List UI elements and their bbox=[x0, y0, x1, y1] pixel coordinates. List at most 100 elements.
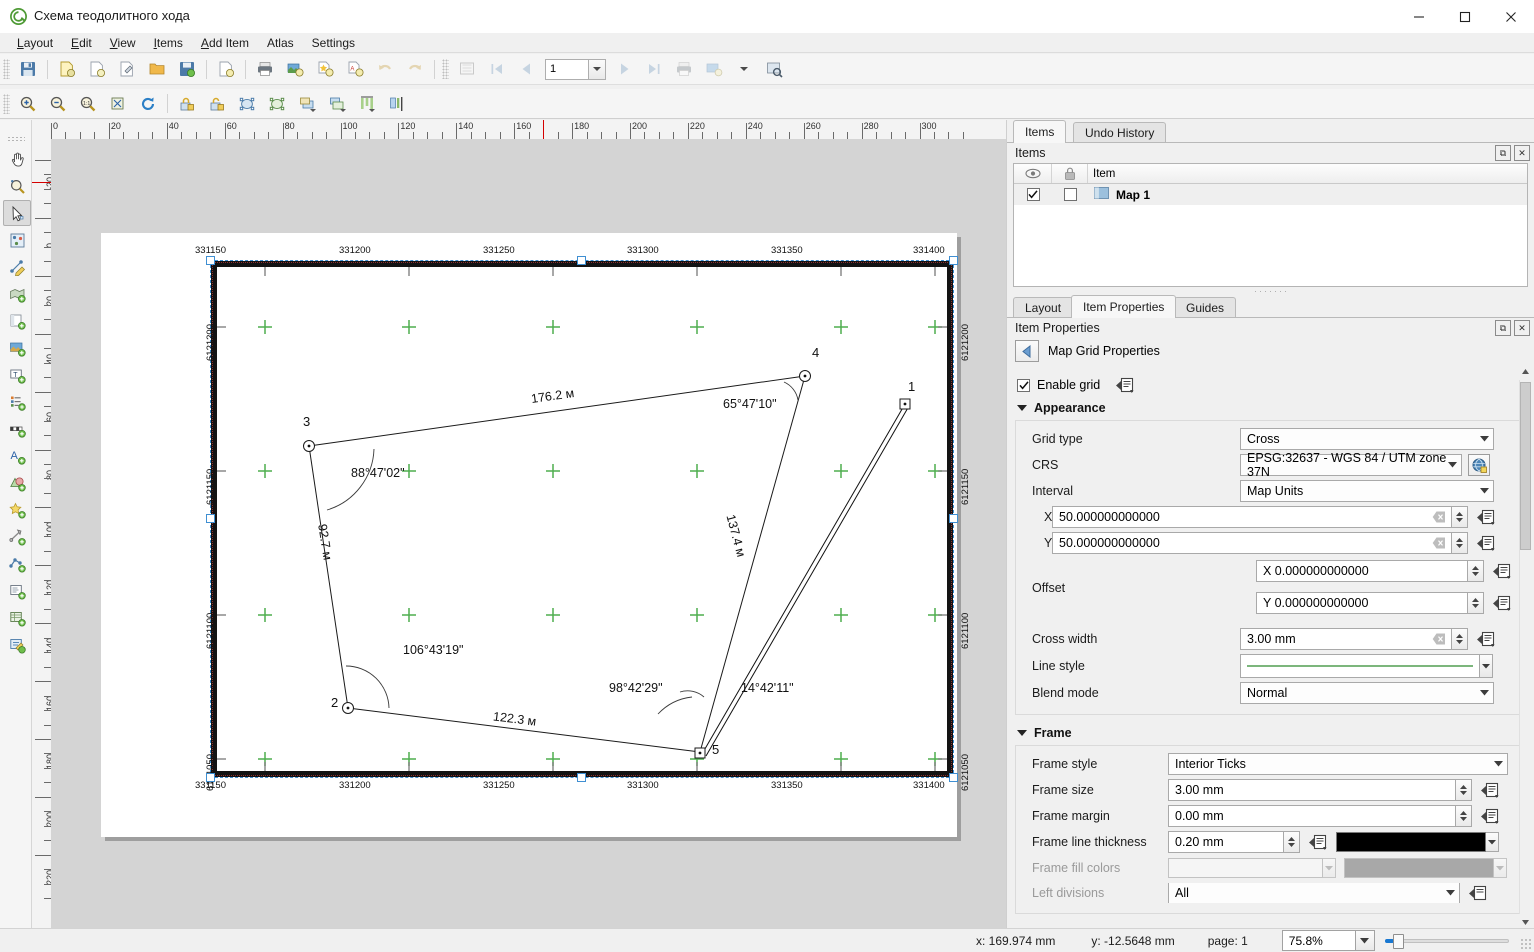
nav-toolbar-grip[interactable] bbox=[3, 93, 10, 114]
interval-x-spinner[interactable] bbox=[1452, 506, 1468, 528]
resize-handle-w[interactable] bbox=[206, 514, 215, 523]
undo-icon[interactable] bbox=[371, 56, 399, 83]
select-item-icon[interactable] bbox=[3, 200, 31, 226]
zoom-full-icon[interactable] bbox=[104, 90, 132, 117]
add-html-icon[interactable] bbox=[3, 578, 31, 604]
save-project-icon[interactable] bbox=[14, 56, 42, 83]
save-as-template-icon[interactable] bbox=[173, 56, 201, 83]
resize-handle-s[interactable] bbox=[577, 773, 586, 782]
add-marker-icon[interactable] bbox=[3, 497, 31, 523]
frame-margin-input[interactable]: 0.00 mm bbox=[1168, 805, 1456, 827]
refresh-icon[interactable] bbox=[134, 90, 162, 117]
maximize-button[interactable] bbox=[1442, 0, 1488, 33]
atlas-page-input[interactable]: 1 bbox=[545, 58, 589, 80]
data-defined-override-icon[interactable] bbox=[1475, 629, 1499, 650]
atlas-settings-icon[interactable] bbox=[453, 56, 481, 83]
add-node-item-icon[interactable] bbox=[3, 551, 31, 577]
data-defined-override-icon[interactable] bbox=[1467, 883, 1491, 903]
resize-handle-e[interactable] bbox=[949, 514, 958, 523]
zoom-slider[interactable] bbox=[1384, 933, 1509, 949]
export-svg-icon[interactable] bbox=[311, 56, 339, 83]
data-defined-override-icon[interactable] bbox=[1491, 561, 1515, 582]
data-defined-override-icon[interactable] bbox=[1479, 780, 1503, 801]
frame-size-spinner[interactable] bbox=[1456, 779, 1472, 801]
frame-line-color-dropdown-icon[interactable] bbox=[1486, 832, 1499, 852]
crs-select-icon[interactable] bbox=[1468, 454, 1490, 476]
tab-undo-history[interactable]: Undo History bbox=[1073, 122, 1167, 142]
resize-handle-sw[interactable] bbox=[206, 773, 215, 782]
section-frame-header[interactable]: Frame bbox=[1007, 723, 1534, 743]
frame-fill-color-1-swatch[interactable] bbox=[1168, 858, 1323, 878]
redo-icon[interactable] bbox=[401, 56, 429, 83]
left-divisions-combo[interactable]: All bbox=[1168, 883, 1460, 903]
offset-y-input[interactable]: Y 0.000000000000 bbox=[1256, 592, 1468, 614]
menu-add-item[interactable]: Add Item bbox=[192, 34, 258, 52]
scroll-up-icon[interactable] bbox=[1519, 364, 1532, 379]
group-items-icon[interactable] bbox=[233, 90, 261, 117]
offset-y-spinner[interactable] bbox=[1468, 592, 1484, 614]
add-legend-icon[interactable] bbox=[3, 389, 31, 415]
duplicate-layout-icon[interactable] bbox=[83, 56, 111, 83]
add-picture-icon[interactable] bbox=[3, 308, 31, 334]
atlas-export-icon[interactable] bbox=[700, 56, 728, 83]
interval-x-input[interactable]: 50.000000000000 bbox=[1052, 506, 1452, 528]
add-map-icon[interactable] bbox=[3, 281, 31, 307]
properties-scroll-area[interactable]: Enable grid Appearance Grid type Cross C… bbox=[1007, 364, 1534, 930]
add-image-icon[interactable] bbox=[3, 335, 31, 361]
layout-page[interactable]: 1 2 3 4 5 176.2 м 92.7 м 122.3 м 137.4 м… bbox=[101, 233, 971, 837]
close-button[interactable] bbox=[1488, 0, 1534, 33]
open-folder-icon[interactable] bbox=[143, 56, 171, 83]
menu-layout[interactable]: Layout bbox=[8, 34, 62, 52]
grid-type-combo[interactable]: Cross bbox=[1240, 428, 1494, 450]
minimize-button[interactable] bbox=[1396, 0, 1442, 33]
scroll-thumb[interactable] bbox=[1520, 382, 1531, 550]
tab-guides[interactable]: Guides bbox=[1174, 297, 1237, 317]
offset-x-input[interactable]: X 0.000000000000 bbox=[1256, 560, 1468, 582]
zoom-out-icon[interactable] bbox=[44, 90, 72, 117]
add-arrow-icon[interactable] bbox=[3, 524, 31, 550]
clear-icon[interactable] bbox=[1432, 536, 1446, 553]
data-defined-override-icon[interactable] bbox=[1475, 507, 1499, 528]
clear-icon[interactable] bbox=[1432, 510, 1446, 527]
close-icon-2[interactable]: ✕ bbox=[1514, 320, 1530, 336]
tab-item-properties[interactable]: Item Properties bbox=[1071, 295, 1177, 318]
data-defined-override-icon[interactable] bbox=[1114, 375, 1138, 396]
tab-items[interactable]: Items bbox=[1013, 120, 1067, 143]
frame-fill-color-2-swatch[interactable] bbox=[1344, 858, 1494, 878]
line-style-dropdown-icon[interactable] bbox=[1480, 654, 1493, 678]
frame-line-thickness-spinner[interactable] bbox=[1284, 831, 1300, 853]
add-shape-icon[interactable] bbox=[3, 470, 31, 496]
row-visible-checkbox[interactable] bbox=[1014, 184, 1052, 205]
align-items-icon[interactable] bbox=[353, 90, 381, 117]
distribute-items-icon[interactable] bbox=[383, 90, 411, 117]
properties-scrollbar[interactable] bbox=[1519, 364, 1533, 930]
resize-handle-se[interactable] bbox=[949, 773, 958, 782]
zoom-in-icon[interactable] bbox=[14, 90, 42, 117]
frame-line-color-swatch[interactable] bbox=[1336, 832, 1486, 852]
atlas-toolbar-grip[interactable] bbox=[442, 59, 449, 79]
cross-width-input[interactable]: 3.00 mm bbox=[1240, 628, 1452, 650]
atlas-print-icon[interactable] bbox=[670, 56, 698, 83]
close-icon[interactable]: ✕ bbox=[1514, 145, 1530, 161]
zoom-tool-icon[interactable] bbox=[3, 173, 31, 199]
menu-view[interactable]: View bbox=[101, 34, 145, 52]
add-north-arrow-icon[interactable]: A bbox=[3, 443, 31, 469]
menu-settings[interactable]: Settings bbox=[303, 34, 364, 52]
ungroup-items-icon[interactable] bbox=[263, 90, 291, 117]
layout-canvas[interactable]: 1 2 3 4 5 176.2 м 92.7 м 122.3 м 137.4 м… bbox=[51, 139, 1006, 928]
resize-handle-nw[interactable] bbox=[206, 256, 215, 265]
data-defined-override-icon[interactable] bbox=[1475, 533, 1499, 554]
frame-size-input[interactable]: 3.00 mm bbox=[1168, 779, 1456, 801]
items-table[interactable]: Item Map 1 bbox=[1013, 163, 1528, 287]
dock-splitter[interactable] bbox=[1007, 287, 1534, 295]
atlas-next-icon[interactable] bbox=[610, 56, 638, 83]
print-icon[interactable] bbox=[251, 56, 279, 83]
back-arrow-icon[interactable] bbox=[1015, 340, 1039, 362]
row-item-name[interactable]: Map 1 bbox=[1088, 184, 1527, 205]
add-text-table-icon[interactable] bbox=[3, 632, 31, 658]
tab-layout[interactable]: Layout bbox=[1013, 297, 1074, 317]
clear-icon[interactable] bbox=[1432, 632, 1446, 649]
menu-atlas[interactable]: Atlas bbox=[258, 34, 303, 52]
resize-handle-ne[interactable] bbox=[949, 256, 958, 265]
add-label-icon[interactable]: T bbox=[3, 362, 31, 388]
